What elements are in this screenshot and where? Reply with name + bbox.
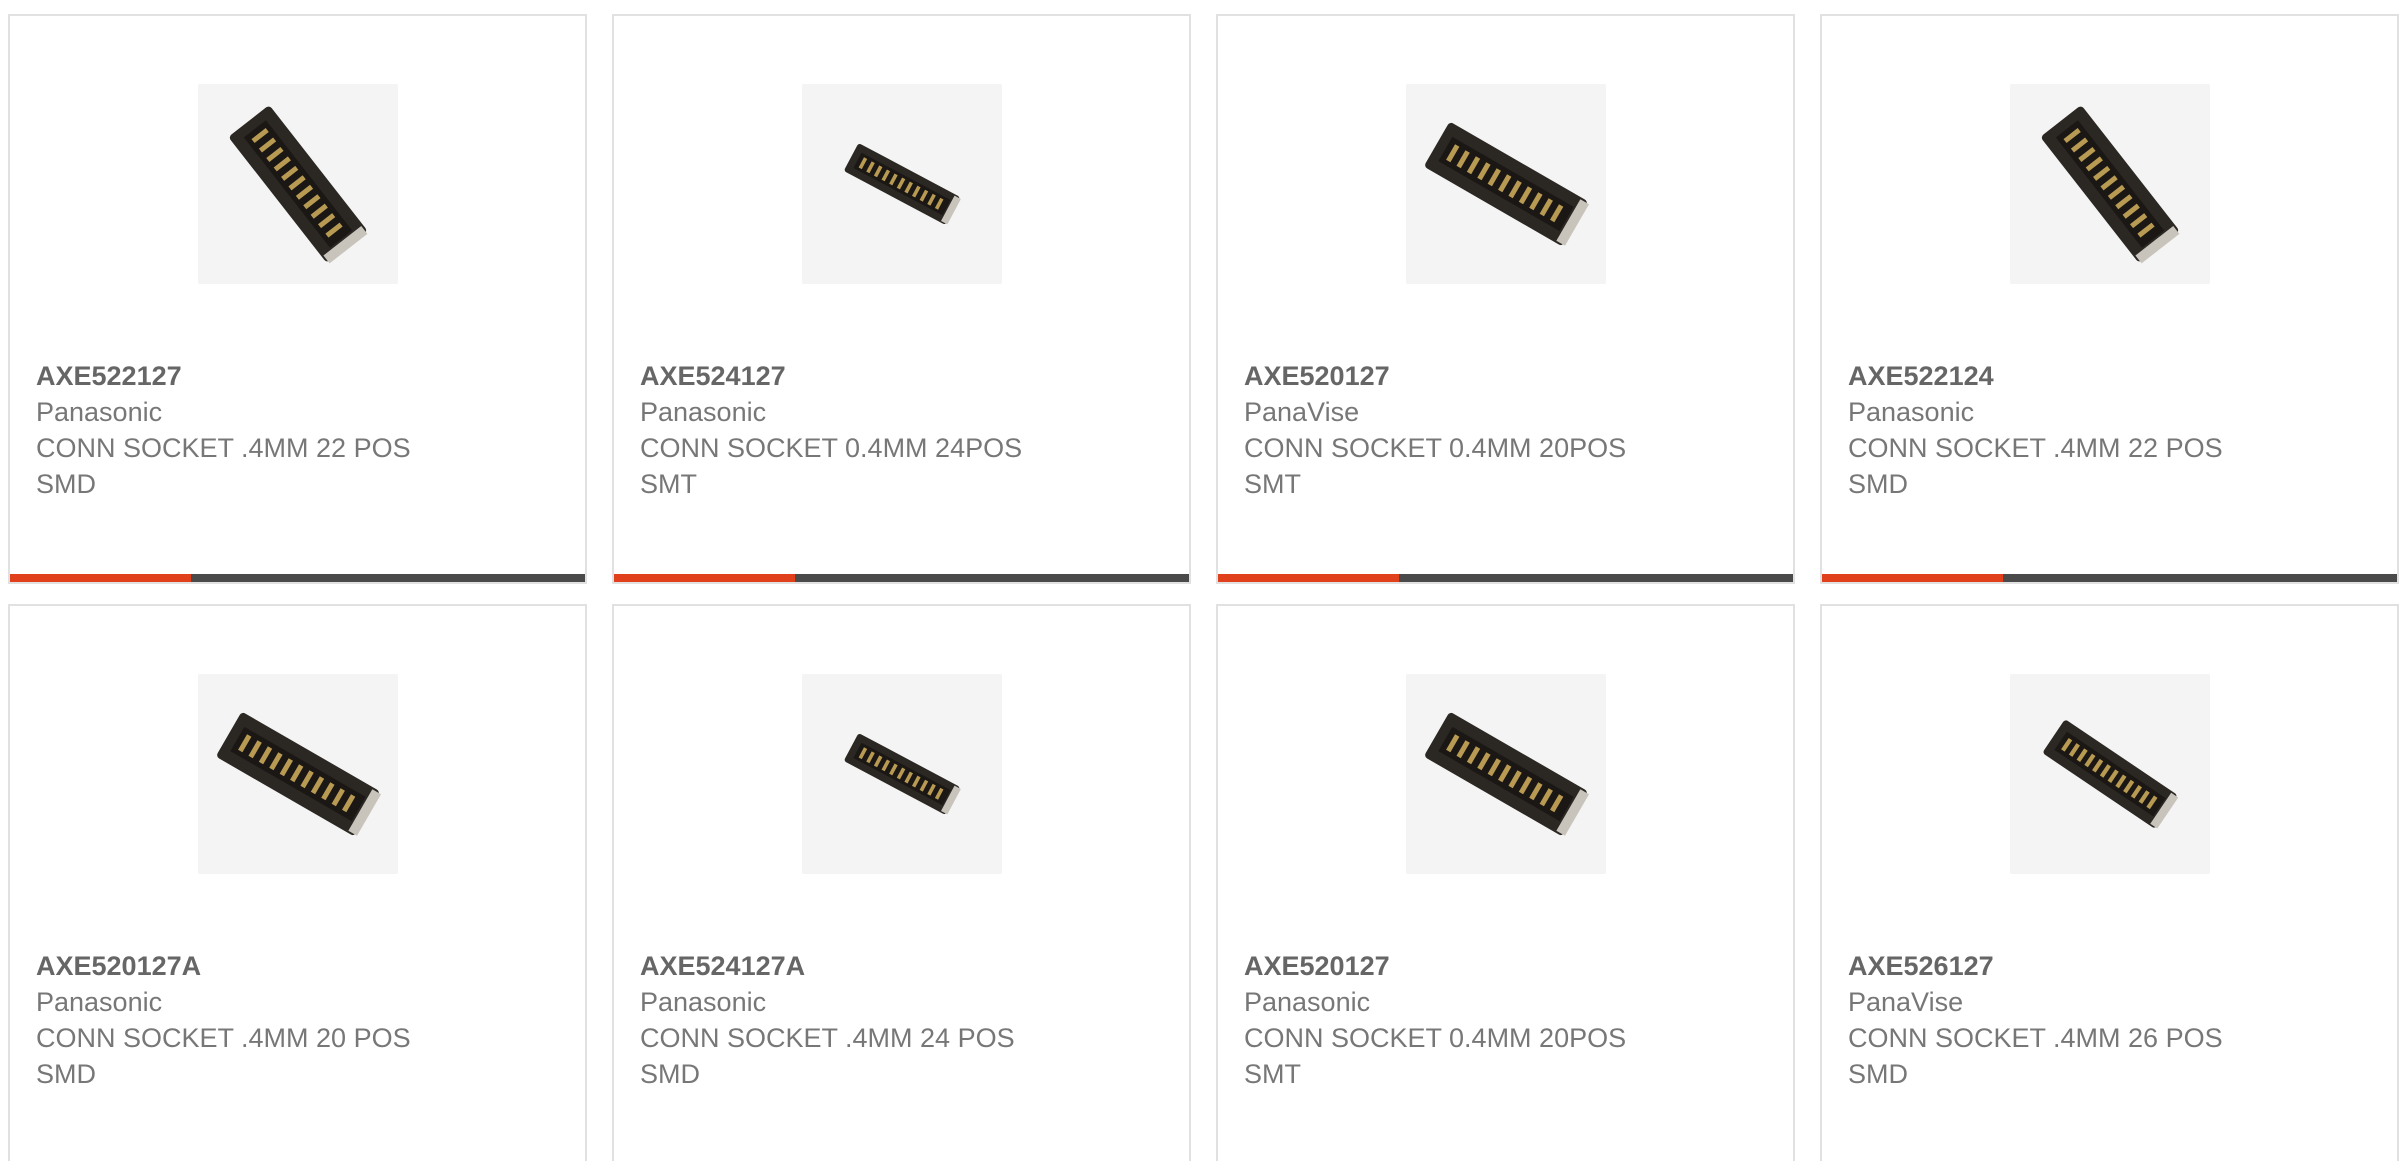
manufacturer: Panasonic	[36, 397, 163, 427]
manufacturer: Panasonic	[1244, 987, 1371, 1017]
manufacturer: Panasonic	[640, 987, 767, 1017]
description: CONN SOCKET .4MM 24 POS SMD	[640, 1023, 1015, 1089]
part-number[interactable]: AXE520127	[1244, 358, 1773, 394]
part-number[interactable]: AXE524127	[640, 358, 1169, 394]
part-number[interactable]: AXE520127	[1244, 948, 1773, 984]
card-accent-bar	[614, 574, 1189, 582]
connector-image	[2009, 674, 2210, 874]
connector-image	[801, 84, 1002, 284]
manufacturer: PanaVise	[1848, 987, 1964, 1017]
part-number[interactable]: AXE522127	[36, 358, 565, 394]
description: CONN SOCKET .4MM 20 POS SMD	[36, 1023, 411, 1089]
product-card[interactable]: AXE526127 PanaVise CONN SOCKET .4MM 26 P…	[1820, 604, 2399, 1161]
part-number[interactable]: AXE524127A	[640, 948, 1169, 984]
description: CONN SOCKET .4MM 22 POS SMD	[36, 433, 411, 499]
connector-image	[2009, 84, 2210, 284]
product-card[interactable]: AXE522127 Panasonic CONN SOCKET .4MM 22 …	[8, 14, 587, 584]
manufacturer: Panasonic	[36, 987, 163, 1017]
manufacturer: Panasonic	[640, 397, 767, 427]
description: CONN SOCKET .4MM 26 POS SMD	[1848, 1023, 2223, 1089]
card-accent-bar	[1218, 574, 1793, 582]
description: CONN SOCKET 0.4MM 24POS SMT	[640, 433, 1023, 499]
part-number[interactable]: AXE522124	[1848, 358, 2377, 394]
connector-image	[801, 674, 1002, 874]
connector-image	[197, 84, 398, 284]
product-card[interactable]: AXE522124 Panasonic CONN SOCKET .4MM 22 …	[1820, 14, 2399, 584]
product-card[interactable]: AXE520127A Panasonic CONN SOCKET .4MM 20…	[8, 604, 587, 1161]
card-accent-bar	[1822, 574, 2397, 582]
card-accent-bar	[10, 574, 585, 582]
part-number[interactable]: AXE526127	[1848, 948, 2377, 984]
description: CONN SOCKET 0.4MM 20POS SMT	[1244, 1023, 1627, 1089]
description: CONN SOCKET 0.4MM 20POS SMT	[1244, 433, 1627, 499]
description: CONN SOCKET .4MM 22 POS SMD	[1848, 433, 2223, 499]
product-card[interactable]: AXE520127 Panasonic CONN SOCKET 0.4MM 20…	[1216, 604, 1795, 1161]
connector-image	[1405, 674, 1606, 874]
connector-image	[1405, 84, 1606, 284]
connector-image	[197, 674, 398, 874]
product-card[interactable]: AXE524127 Panasonic CONN SOCKET 0.4MM 24…	[612, 14, 1191, 584]
product-card[interactable]: AXE520127 PanaVise CONN SOCKET 0.4MM 20P…	[1216, 14, 1795, 584]
part-number[interactable]: AXE520127A	[36, 948, 565, 984]
manufacturer: Panasonic	[1848, 397, 1975, 427]
product-card[interactable]: AXE524127A Panasonic CONN SOCKET .4MM 24…	[612, 604, 1191, 1161]
product-grid: AXE522127 Panasonic CONN SOCKET .4MM 22 …	[0, 0, 2400, 1161]
manufacturer: PanaVise	[1244, 397, 1360, 427]
